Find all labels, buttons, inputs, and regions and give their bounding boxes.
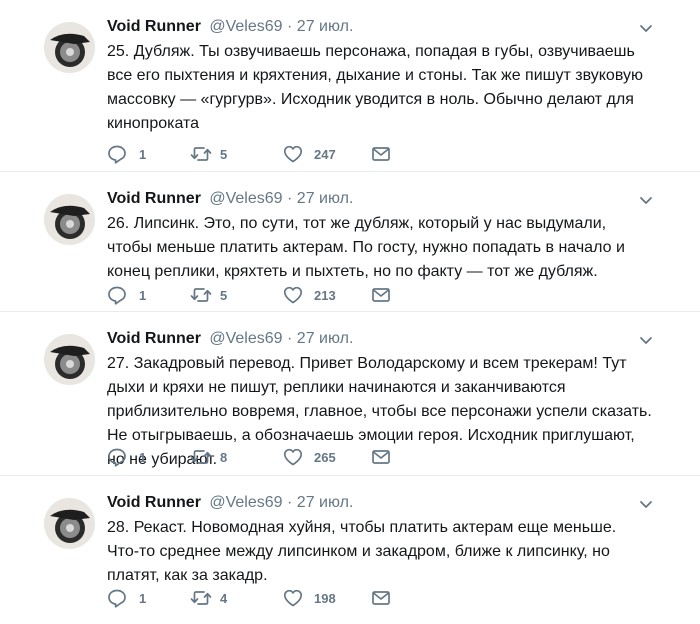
reply-button[interactable]: 1	[107, 143, 146, 165]
tweet[interactable]: Void Runner @Veles69 · 27 июл. 28. Рекас…	[0, 476, 700, 624]
retweet-count: 5	[220, 287, 228, 303]
retweet-count: 8	[220, 449, 228, 465]
like-count: 265	[314, 449, 336, 465]
reply-count: 1	[139, 449, 147, 465]
reply-icon	[107, 144, 127, 164]
avatar[interactable]	[44, 498, 95, 549]
tweet-date[interactable]: 27 июл.	[297, 190, 354, 207]
avatar-image	[44, 498, 95, 549]
avatar[interactable]	[44, 194, 95, 245]
like-count: 198	[314, 590, 336, 606]
chevron-down-icon[interactable]	[638, 332, 654, 348]
message-button[interactable]	[371, 587, 391, 609]
separator: ·	[287, 190, 293, 207]
tweet-header: Void Runner @Veles69 · 27 июл.	[107, 188, 353, 210]
reply-icon	[107, 285, 127, 305]
chevron-down-icon[interactable]	[638, 496, 654, 512]
reply-icon	[107, 588, 127, 608]
heart-icon	[283, 285, 303, 305]
chevron-down-icon[interactable]	[638, 20, 654, 36]
retweet-button[interactable]: 4	[190, 587, 227, 609]
author-name[interactable]: Void Runner	[107, 18, 201, 35]
author-handle[interactable]: @Veles69	[209, 18, 282, 35]
separator: ·	[287, 18, 293, 35]
retweet-count: 5	[220, 146, 228, 162]
retweet-button[interactable]: 5	[190, 284, 227, 306]
author-handle[interactable]: @Veles69	[209, 330, 282, 347]
reply-count: 1	[139, 146, 147, 162]
tweet-header: Void Runner @Veles69 · 27 июл.	[107, 492, 353, 514]
tweet-date[interactable]: 27 июл.	[297, 494, 354, 511]
envelope-icon	[371, 285, 391, 305]
reply-icon	[107, 447, 127, 467]
tweet-header: Void Runner @Veles69 · 27 июл.	[107, 16, 353, 38]
like-button[interactable]: 247	[283, 143, 336, 165]
tweet-text: 25. Дубляж. Ты озвучиваешь персонажа, по…	[107, 43, 643, 132]
retweet-count: 4	[220, 590, 228, 606]
chevron-down-icon[interactable]	[638, 192, 654, 208]
avatar-image	[44, 334, 95, 385]
tweet-date[interactable]: 27 июл.	[297, 330, 354, 347]
retweet-button[interactable]: 5	[190, 143, 227, 165]
like-count: 247	[314, 146, 336, 162]
message-button[interactable]	[371, 446, 391, 468]
tweet[interactable]: Void Runner @Veles69 · 27 июл. 26. Липси…	[0, 172, 700, 312]
avatar-image	[44, 22, 95, 73]
tweet[interactable]: Void Runner @Veles69 · 27 июл. 27. Закад…	[0, 312, 700, 476]
envelope-icon	[371, 144, 391, 164]
retweet-icon	[190, 588, 212, 608]
tweet-actions: 1 5 247	[107, 143, 407, 165]
reply-button[interactable]: 1	[107, 587, 146, 609]
reply-count: 1	[139, 287, 147, 303]
tweet-header: Void Runner @Veles69 · 27 июл.	[107, 328, 353, 350]
retweet-icon	[190, 285, 212, 305]
heart-icon	[283, 144, 303, 164]
tweet-date[interactable]: 27 июл.	[297, 18, 354, 35]
retweet-icon	[190, 447, 212, 467]
retweet-button[interactable]: 8	[190, 446, 227, 468]
author-name[interactable]: Void Runner	[107, 330, 201, 347]
tweet-actions: 1 8 265	[107, 446, 407, 468]
avatar-image	[44, 194, 95, 245]
envelope-icon	[371, 447, 391, 467]
heart-icon	[283, 588, 303, 608]
avatar[interactable]	[44, 22, 95, 73]
heart-icon	[283, 447, 303, 467]
envelope-icon	[371, 588, 391, 608]
retweet-icon	[190, 144, 212, 164]
message-button[interactable]	[371, 284, 391, 306]
separator: ·	[287, 494, 293, 511]
avatar[interactable]	[44, 334, 95, 385]
tweet-actions: 1 4 198	[107, 587, 407, 609]
tweet[interactable]: Void Runner @Veles69 · 27 июл. 25. Дубля…	[0, 0, 700, 172]
author-handle[interactable]: @Veles69	[209, 494, 282, 511]
message-button[interactable]	[371, 143, 391, 165]
separator: ·	[287, 330, 293, 347]
author-handle[interactable]: @Veles69	[209, 190, 282, 207]
tweet-feed: Void Runner @Veles69 · 27 июл. 25. Дубля…	[0, 0, 700, 624]
reply-count: 1	[139, 590, 147, 606]
tweet-text: 26. Липсинк. Это, по сути, тот же дубляж…	[107, 215, 625, 280]
reply-button[interactable]: 1	[107, 446, 146, 468]
tweet-actions: 1 5 213	[107, 284, 407, 306]
author-name[interactable]: Void Runner	[107, 190, 201, 207]
tweet-text: 28. Рекаст. Новомодная хуйня, чтобы плат…	[107, 519, 617, 584]
author-name[interactable]: Void Runner	[107, 494, 201, 511]
reply-button[interactable]: 1	[107, 284, 146, 306]
like-button[interactable]: 213	[283, 284, 336, 306]
like-button[interactable]: 198	[283, 587, 336, 609]
like-count: 213	[314, 287, 336, 303]
like-button[interactable]: 265	[283, 446, 336, 468]
